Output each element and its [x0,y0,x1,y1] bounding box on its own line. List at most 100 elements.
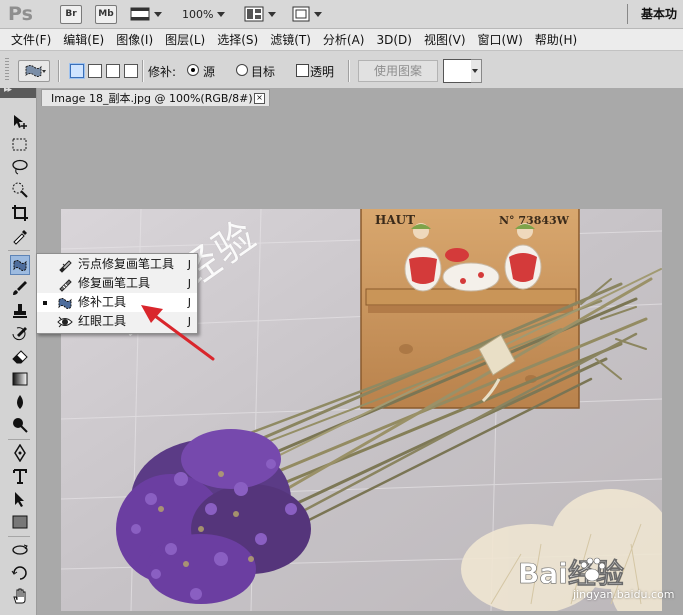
options-bar: 修补: 源 目标 透明 使用图案 [0,52,683,89]
application-bar: Ps Br Mb 100% 基本功 [0,0,683,29]
transparent-label: 透明 [310,65,335,79]
pen-tool-icon[interactable] [11,444,29,462]
crop-tool-icon[interactable] [11,204,29,222]
photoshop-logo: Ps [8,3,33,25]
watermark-url: jingyan.baidu.com [573,588,675,601]
history-brush-tool-icon[interactable] [11,325,29,343]
eyedropper-tool-icon[interactable] [11,227,29,245]
source-label: 源 [203,65,216,79]
flyout-label: 修复画笔工具 [78,276,151,290]
panel-grip[interactable] [5,58,9,82]
arrange-documents-dropdown[interactable] [244,5,276,23]
menu-view[interactable]: 视图(V) [419,31,471,48]
filmstrip-icon [130,7,150,21]
flyout-label: 修补工具 [78,295,127,309]
source-radio[interactable] [187,64,199,76]
eraser-tool-icon[interactable] [11,347,29,365]
menu-layer[interactable]: 图层(L) [160,31,210,48]
marquee-tool-icon[interactable] [11,136,29,154]
workspace-switcher[interactable]: 基本功 [641,5,677,22]
divider [8,250,30,251]
hand-tool-icon[interactable] [11,587,29,605]
selected-bullet [43,301,47,305]
patch-tool-icon [58,298,72,309]
move-tool-icon[interactable] [11,113,29,131]
transparent-checkbox[interactable] [296,64,309,77]
path-selection-tool-icon[interactable] [11,490,29,508]
screen-mode-icon [292,6,310,22]
menu-bar: 文件(F) 编辑(E) 图像(I) 图层(L) 选择(S) 滤镜(T) 分析(A… [0,29,683,51]
collapse-icon: ▸▸ [4,85,12,95]
lasso-tool-icon[interactable] [11,158,29,176]
dodge-tool-icon[interactable] [11,416,29,434]
menu-analysis[interactable]: 分析(A) [318,31,370,48]
chevron-down-icon [154,11,162,17]
divider [58,60,60,82]
chevron-down-icon [217,11,226,17]
use-pattern-button[interactable]: 使用图案 [358,60,438,82]
extras-dropdown[interactable] [130,5,162,23]
document-tab[interactable]: Image 18_副本.jpg @ 100%(RGB/8#) × [41,89,270,106]
tools-panel-header[interactable]: ▸▸ [0,85,36,98]
patch-tool-icon[interactable] [10,255,30,275]
destination-label: 目标 [251,65,276,79]
intersect-selection-button[interactable] [124,64,138,78]
chevron-down-icon [268,11,276,17]
menu-file[interactable]: 文件(F) [6,31,56,48]
type-tool-icon[interactable] [11,467,29,485]
menu-3d[interactable]: 3D(D) [371,33,416,47]
plaque-brand: HAUT [375,213,415,227]
brush-tool-icon[interactable] [11,279,29,297]
clone-stamp-tool-icon[interactable] [11,302,29,320]
new-selection-mode-button[interactable] [70,64,84,78]
bridge-button[interactable]: Br [60,5,82,24]
chevron-down-icon [472,69,478,73]
menu-filter[interactable]: 滤镜(T) [265,31,316,48]
document-title: Image 18_副本.jpg @ 100%(RGB/8#) [51,92,253,105]
pattern-picker-dropdown[interactable] [471,59,482,83]
flyout-item-spot-healing-brush[interactable]: 污点修复画笔工具 J [37,255,197,274]
shortcut-key: J [187,258,191,271]
menu-window[interactable]: 窗口(W) [473,31,528,48]
baidu-logo-text: Bai经验 [518,557,624,590]
divider [142,60,144,82]
screen-mode-dropdown[interactable] [292,5,322,23]
divider [8,536,30,537]
menu-image[interactable]: 图像(I) [111,31,158,48]
shape-tool-icon[interactable] [11,513,29,531]
add-to-selection-button[interactable] [88,64,102,78]
pattern-swatch[interactable] [443,59,473,83]
spot-healing-brush-icon [59,260,72,273]
gradient-tool-icon[interactable] [11,370,29,388]
menu-select[interactable]: 选择(S) [212,31,263,48]
mini-bridge-button[interactable]: Mb [95,5,117,24]
patch-label: 修补: [148,65,177,79]
subtract-from-selection-button[interactable] [106,64,120,78]
zoom-dropdown[interactable]: 100% [182,5,226,23]
flyout-label: 红眼工具 [78,314,127,328]
close-icon[interactable]: × [254,93,265,104]
blur-tool-icon[interactable] [11,393,29,411]
divider [627,4,628,24]
patch-tool-icon [25,65,46,77]
red-eye-icon [57,316,73,328]
quick-selection-tool-icon[interactable] [11,181,29,199]
flyout-label: 污点修复画笔工具 [78,257,175,271]
flyout-item-healing-brush[interactable]: 修复画笔工具 J [37,274,197,293]
zoom-level: 100% [182,7,214,21]
3d-rotate-tool-icon[interactable] [11,541,29,559]
arrange-icon [244,6,264,22]
annotation-arrow [141,305,215,361]
chevron-down-icon [314,11,322,17]
menu-help[interactable]: 帮助(H) [530,31,582,48]
tool-preset-picker[interactable] [18,60,50,82]
divider [348,60,350,82]
3d-orbit-tool-icon[interactable] [11,564,29,582]
healing-brush-icon [59,279,72,292]
tools-panel: ▸▸ [0,85,37,615]
plaque-number: N° 73843W [499,214,570,227]
divider [8,439,30,440]
destination-radio[interactable] [236,64,248,76]
shortcut-key: J [187,277,191,290]
menu-edit[interactable]: 编辑(E) [58,31,109,48]
